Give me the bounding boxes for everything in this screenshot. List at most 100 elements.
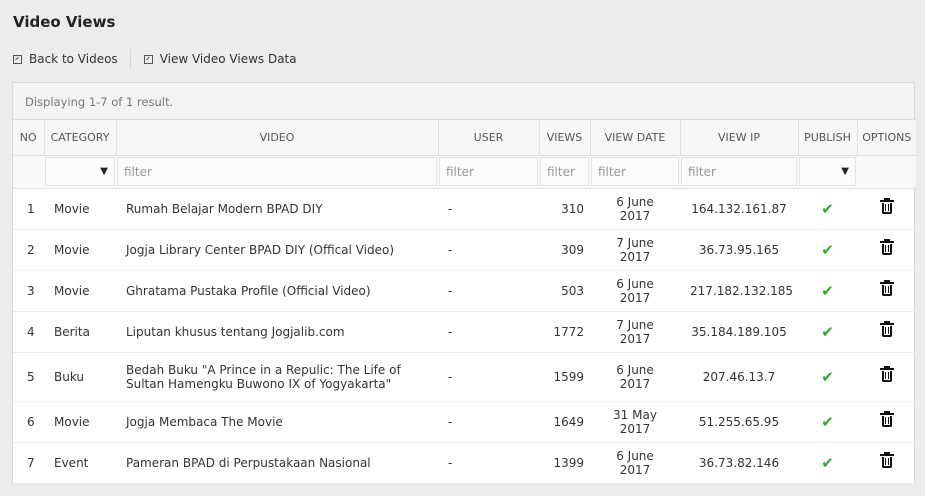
cell-category: Event [44,442,116,484]
cell-no: 2 [13,229,44,271]
col-header-category[interactable]: CATEGORY [44,120,117,156]
col-header-video[interactable]: VIDEO [116,120,439,156]
cell-views: 1772 [539,311,590,353]
back-to-videos-link[interactable]: Back to Videos [13,52,118,66]
table-body: 1 Movie Rumah Belajar Modern BPAD DIY - … [13,188,916,484]
published-check-icon[interactable]: ✔ [821,413,834,431]
cell-video: Rumah Belajar Modern BPAD DIY [116,188,438,230]
cell-views: 310 [539,188,590,230]
cell-user: - [438,311,539,353]
cell-views: 1399 [539,442,590,484]
filter-cell-no [13,155,44,189]
filter-cell-user: filter [438,155,539,189]
cell-options [857,401,916,443]
filter-cell-category: ▼ [44,155,116,189]
col-header-no[interactable]: NO [13,120,45,156]
cell-user: - [438,188,539,230]
external-link-icon [13,54,22,64]
delete-trash-icon[interactable] [879,239,894,255]
col-header-view-ip[interactable]: VIEW IP [680,120,799,156]
cell-category: Movie [44,270,116,312]
delete-trash-icon[interactable] [879,411,894,427]
video-filter-input[interactable]: filter [117,157,437,186]
cell-video: Jogja Library Center BPAD DIY (Offical V… [116,229,438,271]
col-header-user[interactable]: USER [438,120,540,156]
table-row: 4 Berita Liputan khusus tentang Jogjalib… [13,311,916,353]
cell-views: 309 [539,229,590,271]
filter-cell-views: filter [539,155,590,189]
cell-publish: ✔ [798,401,857,443]
table-row: 7 Event Pameran BPAD di Perpustakaan Nas… [13,442,916,484]
filter-cell-view-date: filter [590,155,680,189]
cell-video: Liputan khusus tentang Jogjalib.com [116,311,438,353]
delete-trash-icon[interactable] [879,198,894,214]
cell-view-ip: 164.132.161.87 [680,188,798,230]
cell-options [857,352,916,402]
published-check-icon[interactable]: ✔ [821,282,834,300]
publish-filter-select[interactable]: ▼ [799,157,856,186]
cell-view-date: 6 June 2017 [590,442,680,484]
view-date-filter-input[interactable]: filter [591,157,679,186]
cell-view-ip: 51.255.65.95 [680,401,798,443]
cell-no: 5 [13,352,44,402]
video-views-grid: Displaying 1-7 of 1 result. NO CATEGORY … [12,82,916,484]
cell-publish: ✔ [798,188,857,230]
view-ip-filter-input[interactable]: filter [681,157,797,186]
toolbar: Back to Videos View Video Views Data [13,48,297,70]
cell-view-ip: 35.184.189.105 [680,311,798,353]
cell-user: - [438,229,539,271]
cell-views: 1599 [539,352,590,402]
views-filter-input[interactable]: filter [540,157,589,186]
cell-video: Pameran BPAD di Perpustakaan Nasional [116,442,438,484]
col-header-publish[interactable]: PUBLISH [798,120,858,156]
user-filter-input[interactable]: filter [439,157,538,186]
col-header-view-date[interactable]: VIEW DATE [590,120,681,156]
cell-user: - [438,442,539,484]
page-title: Video Views [13,13,116,31]
published-check-icon[interactable]: ✔ [821,200,834,218]
cell-user: - [438,270,539,312]
cell-video: Jogja Membaca The Movie [116,401,438,443]
cell-view-date: 6 June 2017 [590,270,680,312]
cell-options [857,229,916,271]
category-filter-select[interactable]: ▼ [45,157,115,186]
filter-cell-view-ip: filter [680,155,798,189]
table-row: 1 Movie Rumah Belajar Modern BPAD DIY - … [13,188,916,230]
cell-publish: ✔ [798,311,857,353]
header-row: NO CATEGORY VIDEO USER VIEWS VIEW DATE V… [13,120,916,156]
published-check-icon[interactable]: ✔ [821,323,834,341]
delete-trash-icon[interactable] [879,452,894,468]
table-row: 5 Buku Bedah Buku "A Prince in a Repulic… [13,352,916,402]
filter-cell-video: filter [116,155,438,189]
cell-options [857,442,916,484]
cell-category: Berita [44,311,116,353]
view-video-views-data-link[interactable]: View Video Views Data [143,52,297,66]
cell-no: 3 [13,270,44,312]
delete-trash-icon[interactable] [879,280,894,296]
cell-view-ip: 207.46.13.7 [680,352,798,402]
published-check-icon[interactable]: ✔ [821,241,834,259]
dropdown-arrow-icon: ▼ [841,166,849,177]
cell-no: 7 [13,442,44,484]
published-check-icon[interactable]: ✔ [821,368,834,386]
delete-trash-icon[interactable] [879,321,894,337]
cell-category: Buku [44,352,116,402]
cell-options [857,270,916,312]
cell-view-ip: 217.182.132.185 [680,270,798,312]
cell-view-ip: 36.73.82.146 [680,442,798,484]
cell-user: - [438,352,539,402]
table-row: 3 Movie Ghratama Pustaka Profile (Offici… [13,270,916,312]
filter-cell-publish: ▼ [798,155,857,189]
published-check-icon[interactable]: ✔ [821,454,834,472]
views-table: NO CATEGORY VIDEO USER VIEWS VIEW DATE V… [13,120,916,484]
cell-publish: ✔ [798,270,857,312]
col-header-options: OPTIONS [857,120,916,156]
cell-publish: ✔ [798,229,857,271]
col-header-views[interactable]: VIEWS [539,120,591,156]
filter-cell-options [857,155,916,189]
delete-trash-icon[interactable] [879,366,894,382]
table-row: 6 Movie Jogja Membaca The Movie - 1649 3… [13,401,916,443]
cell-category: Movie [44,188,116,230]
cell-views: 1649 [539,401,590,443]
cell-view-date: 6 June 2017 [590,188,680,230]
